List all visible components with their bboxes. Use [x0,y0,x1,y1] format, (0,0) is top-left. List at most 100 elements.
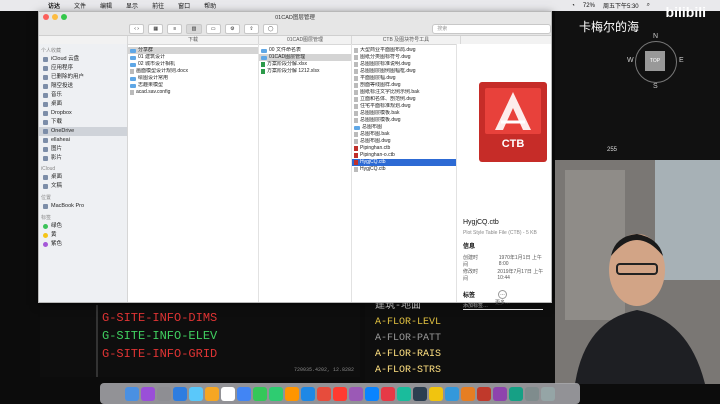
list-item[interactable]: 总图布图.bak [352,131,456,138]
sidebar-item-music[interactable]: 音乐 [39,91,127,100]
list-item[interactable]: 01 建筑设计 [128,54,258,61]
chrome-dock-icon[interactable] [237,386,251,401]
sidebar-item-airdrop[interactable]: 隔空投送 [39,82,127,91]
list-item[interactable]: 画面模型设计规则.docx [128,68,258,75]
list-item[interactable]: 方案阶段分解.xlsx [259,61,351,68]
zoom-window-button[interactable] [61,14,67,20]
sidebar-tag-green[interactable]: 绿色 [39,222,127,231]
appstore-dock-icon[interactable] [365,386,379,401]
list-item[interactable]: acad.sav.config [128,89,258,96]
list-item[interactable]: 分享群 [128,47,258,54]
list-item[interactable]: 总图图层模板.bak [352,110,456,117]
sidebar-item-macbook[interactable]: MacBook Pro [39,202,127,211]
list-item[interactable]: 总图图层标准说明.dwg [352,61,456,68]
list-item[interactable]: 住宅平面标准规划.dwg [352,103,456,110]
sidebar-item-deleted-users[interactable]: 已删除的用户 [39,73,127,82]
cad-layer-name[interactable]: A-FLOR-PATT [375,330,441,346]
share-button[interactable]: ⇧ [243,23,260,34]
siri-dock-icon[interactable] [141,386,155,401]
sidebar-item-icloud[interactable]: iCloud 云盘 [39,55,127,64]
sidebar-item-desktop[interactable]: 桌面 [39,100,127,109]
app-dock-icon[interactable] [317,386,331,401]
list-item[interactable]: 图纸标注文字比例示例.bak [352,89,456,96]
cad-layer-name[interactable]: G-SITE-INFO-DIMS [102,309,217,327]
safari-dock-icon[interactable] [173,386,187,401]
messages-dock-icon[interactable] [253,386,267,401]
cad-layer-name[interactable]: A-FLOR-STRS [375,362,441,378]
list-item[interactable]: 剖面等线图样.dwg [352,82,456,89]
sidebar-item-dropbox[interactable]: Dropbox [39,109,127,118]
close-window-button[interactable] [43,14,49,20]
list-item[interactable]: 方案阶段分解 1212.xlsx [259,68,351,75]
notes-dock-icon[interactable] [429,386,443,401]
view-icons-button[interactable]: ▦ [148,23,164,34]
clock[interactable]: 周五下午5:30 [603,1,639,10]
app-dock-icon[interactable] [461,386,475,401]
list-item[interactable]: HygjCQ.ctb [352,166,456,173]
app-dock-icon[interactable] [509,386,523,401]
list-item-selected[interactable]: HygjCQ.ctb [352,159,456,166]
list-item[interactable]: 志趣果模型 [128,82,258,89]
sidebar-tag-purple[interactable]: 紫色 [39,240,127,249]
view-gallery-button[interactable]: ▭ [205,23,221,34]
mail-dock-icon[interactable] [189,386,203,401]
app-dock-icon[interactable] [445,386,459,401]
minimize-window-button[interactable] [52,14,58,20]
list-item[interactable]: 平面图层幅.dwg [352,75,456,82]
battery-level[interactable]: 72% [583,3,595,9]
sidebar-item-movies[interactable]: 影片 [39,154,127,163]
contacts-dock-icon[interactable] [205,386,219,401]
podcasts-dock-icon[interactable] [349,386,363,401]
list-item[interactable]: 图纸分类图标符号.dwg [352,54,456,61]
cad-layer-name[interactable]: A-FLOR-RAIS [375,346,441,362]
sidebar-item-home[interactable]: ellaheai [39,136,127,145]
list-item[interactable]: 总图布图.dwg [352,138,456,145]
more-button[interactable]: … 更多… [495,290,510,306]
autocad-dock-icon[interactable] [381,386,395,401]
list-item[interactable]: 00 文件命名表 [259,47,351,54]
terminal-dock-icon[interactable] [413,386,427,401]
search-icon[interactable]: ⌕ [647,2,650,9]
menu-item-finder[interactable]: 访达 [48,1,60,10]
menu-item-help[interactable]: 帮助 [204,1,216,10]
wechat-dock-icon[interactable] [269,386,283,401]
sidebar-item-pictures[interactable]: 图片 [39,145,127,154]
viewcube-top[interactable]: TOP [645,51,665,71]
tag-button[interactable]: ◯ [263,23,279,34]
calendar-dock-icon[interactable] [221,386,235,401]
list-item[interactable]: 01CAD图层管理 [259,54,351,61]
list-item[interactable]: 总图图层模板.dwg [352,117,456,124]
view-list-button[interactable]: ≡ [167,23,183,34]
menu-item-view[interactable]: 显示 [126,1,138,10]
cad-layer-name[interactable]: G-SITE-INFO-ELEV [102,327,217,345]
app-dock-icon[interactable] [397,386,411,401]
list-item[interactable]: Pipinghan-o.ctb [352,152,456,159]
app-dock-icon[interactable] [301,386,315,401]
sidebar-item-icloud-desktop[interactable]: 桌面 [39,173,127,182]
list-item[interactable]: 立面和名体、剖范例.dwg [352,96,456,103]
menu-item-file[interactable]: 文件 [74,1,86,10]
cad-layer-name[interactable]: A-FLOR-LEVL [375,314,441,330]
music-dock-icon[interactable] [333,386,347,401]
menu-item-go[interactable]: 前往 [152,1,164,10]
menu-item-window[interactable]: 窗口 [178,1,190,10]
finder-dock-icon[interactable] [125,386,139,401]
list-item[interactable]: 大型商业平面图布局.dwg [352,47,456,54]
list-item[interactable]: 02 城市设计相机 [128,61,258,68]
app-dock-icon[interactable] [477,386,491,401]
list-item[interactable]: 总图布图 [352,124,456,131]
list-item[interactable]: 绘图设计常用 [128,75,258,82]
sidebar-tag-yellow[interactable]: 黄 [39,231,127,240]
app-dock-icon[interactable] [493,386,507,401]
sidebar-item-onedrive[interactable]: OneDrive [39,127,127,136]
list-item[interactable]: Pipinghan.ctb [352,145,456,152]
back-forward-button[interactable]: ‹ › [129,23,145,34]
search-input[interactable]: 搜索 [432,23,552,34]
cad-layer-name[interactable]: G-SITE-INFO-GRID [102,345,217,363]
wifi-icon[interactable]: ◔ [571,3,575,9]
menu-item-edit[interactable]: 编辑 [100,1,112,10]
list-item[interactable]: 总图图层图例图幅框.dwg [352,68,456,75]
sidebar-item-applications[interactable]: 应用程序 [39,64,127,73]
window-titlebar[interactable]: 01CAD图层管理 [39,12,551,22]
downloads-stack-dock-icon[interactable] [525,386,539,401]
